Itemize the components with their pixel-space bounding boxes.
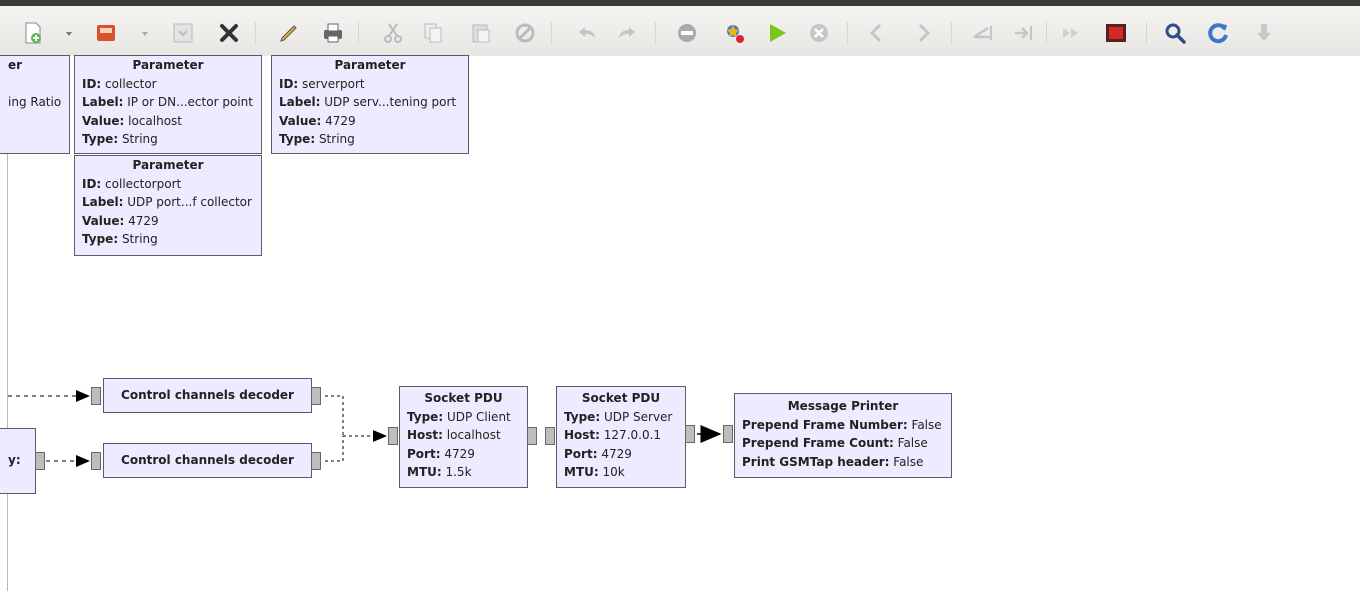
control-channels-decoder-2[interactable]: Control channels decoder [103,443,312,478]
param-id-row: ID: serverport [279,76,365,91]
printer-gsmtap-row: Print GSMTap header: False [742,454,924,469]
socket-pdu-server-block[interactable]: Socket PDU Type: UDP Server Host: 127.0.… [556,386,686,488]
output-port[interactable] [311,387,321,405]
input-port[interactable] [723,425,733,443]
block-title: Parameter [334,58,406,72]
input-port[interactable] [91,452,101,470]
socket-port-row: Port: 4729 [564,446,632,461]
block-title: Parameter [132,158,204,172]
socket-type-row: Type: UDP Server [564,409,673,424]
parameter-block-serverport[interactable]: Parameter ID: serverport Label: UDP serv… [271,55,469,154]
socket-mtu-row: MTU: 10k [564,465,625,479]
output-port[interactable] [311,452,321,470]
parameter-block-collectorport[interactable]: Parameter ID: collectorport Label: UDP p… [74,155,262,256]
output-port[interactable] [685,425,695,443]
param-value-row: Value: 4729 [279,113,356,128]
output-port[interactable] [527,427,537,445]
block-title: Control channels decoder [121,388,294,402]
printer-frame-number-row: Prepend Frame Number: False [742,417,942,432]
param-label-row: Label: IP or DN...ector point [82,95,253,109]
control-channels-decoder-1[interactable]: Control channels decoder [103,378,312,413]
socket-host-row: Host: 127.0.0.1 [564,428,662,442]
block-title: Socket PDU [581,391,661,405]
output-port[interactable] [35,452,45,470]
block-title: Socket PDU [424,391,503,405]
wire-decoder1-merge [325,395,344,436]
param-id-row: ID: collectorport [82,176,182,191]
param-type-row: Type: String [82,132,158,146]
socket-port-row: Port: 4729 [407,446,475,461]
socket-type-row: Type: UDP Client [407,409,511,424]
block-title: er [8,58,23,72]
block-title: Control channels decoder [121,453,294,467]
param-label-row: Label: UDP serv...tening port [279,95,457,109]
block-title: Parameter [132,58,204,72]
block-row: y: [8,453,21,467]
socket-host-row: Host: localhost [407,428,501,442]
param-type-row: Type: String [82,232,158,246]
param-value-row: Value: 4729 [82,213,159,228]
param-label-row: Label: UDP port...f collector [82,195,252,209]
wire-decoder2-merge [325,436,344,462]
input-port[interactable] [388,427,398,445]
block-title: Message Printer [787,399,899,413]
parameter-block-collector[interactable]: Parameter ID: collector Label: IP or DN.… [74,55,262,154]
message-printer-block[interactable]: Message Printer Prepend Frame Number: Fa… [734,393,952,478]
source-block-partial[interactable]: y: [0,428,36,494]
input-port[interactable] [545,427,555,445]
param-type-row: Type: String [279,132,355,146]
param-value-row: Value: localhost [82,113,183,128]
parameter-block-partial[interactable]: er ing Ratio [0,55,70,154]
input-port[interactable] [91,387,101,405]
socket-mtu-row: MTU: 1.5k [407,465,472,479]
printer-frame-count-row: Prepend Frame Count: False [742,436,928,450]
socket-pdu-client-block[interactable]: Socket PDU Type: UDP Client Host: localh… [399,386,528,488]
block-row: ing Ratio [8,94,62,109]
param-id-row: ID: collector [82,76,157,91]
